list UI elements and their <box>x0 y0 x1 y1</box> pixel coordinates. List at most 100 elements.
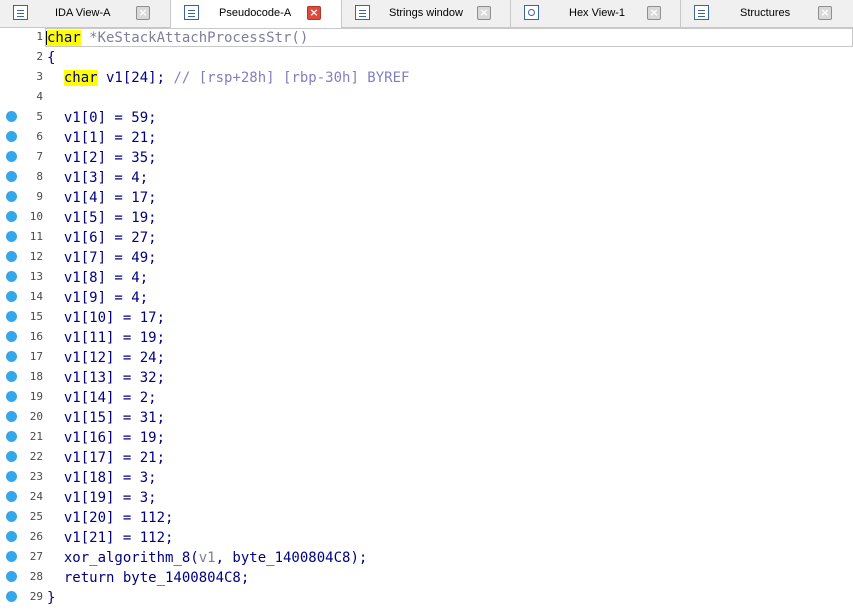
code-line[interactable]: 25 v1[20] = 112; <box>0 508 853 528</box>
code-line[interactable]: 28 return byte_1400804C8; <box>0 568 853 588</box>
code-line[interactable]: 11 v1[6] = 27; <box>0 228 853 248</box>
breakpoint-dot-icon[interactable] <box>6 551 17 562</box>
breakpoint-dot-icon[interactable] <box>6 271 17 282</box>
code-text: char *KeStackAttachProcessStr() <box>47 28 308 48</box>
breakpoint-dot-icon[interactable] <box>6 231 17 242</box>
breakpoint-dot-icon[interactable] <box>6 471 17 482</box>
breakpoint-dot-icon[interactable] <box>6 131 17 142</box>
code-text: v1[18] = 3; <box>47 470 157 486</box>
code-line[interactable]: 4 <box>0 88 853 108</box>
code-line[interactable]: 26 v1[21] = 112; <box>0 528 853 548</box>
code-line[interactable]: 16 v1[11] = 19; <box>0 328 853 348</box>
text-caret <box>46 31 47 45</box>
structures-icon <box>694 5 709 20</box>
line-number: 20 <box>29 410 43 423</box>
code-line[interactable]: 24 v1[19] = 3; <box>0 488 853 508</box>
code-line[interactable]: 5 v1[0] = 59; <box>0 108 853 128</box>
breakpoint-dot-icon[interactable] <box>6 211 17 222</box>
code-text: v1[0] = 59; <box>47 110 157 126</box>
code-line[interactable]: 21 v1[16] = 19; <box>0 428 853 448</box>
breakpoint-dot-icon[interactable] <box>6 151 17 162</box>
breakpoint-dot-icon[interactable] <box>6 391 17 402</box>
code-line[interactable]: 10 v1[5] = 19; <box>0 208 853 228</box>
pseudocode-view[interactable]: 1 char *KeStackAttachProcessStr() 2{3 char… <box>0 28 853 616</box>
line-number: 3 <box>36 70 43 83</box>
close-icon[interactable]: × <box>477 6 491 20</box>
breakpoint-dot-icon[interactable] <box>6 411 17 422</box>
code-line[interactable]: 19 v1[14] = 2; <box>0 388 853 408</box>
line-number: 6 <box>36 130 43 143</box>
code-text: v1[7] = 49; <box>47 250 157 266</box>
tab-label: Pseudocode-A <box>219 7 292 19</box>
tab-ida-view-a[interactable]: IDA View-A × <box>0 0 171 27</box>
close-icon[interactable]: × <box>647 6 661 20</box>
breakpoint-dot-icon[interactable] <box>6 451 17 462</box>
code-line[interactable]: 7 v1[2] = 35; <box>0 148 853 168</box>
breakpoint-dot-icon[interactable] <box>6 371 17 382</box>
code-line[interactable]: 20 v1[15] = 31; <box>0 408 853 428</box>
code-line[interactable]: 15 v1[10] = 17; <box>0 308 853 328</box>
code-line[interactable]: 14 v1[9] = 4; <box>0 288 853 308</box>
code-text: v1[14] = 2; <box>47 390 157 406</box>
breakpoint-dot-icon[interactable] <box>6 191 17 202</box>
code-line[interactable]: 23 v1[18] = 3; <box>0 468 853 488</box>
tab-pseudocode-a[interactable]: Pseudocode-A × <box>171 0 342 28</box>
code-line[interactable]: 3 char v1[24]; // [rsp+28h] [rbp-30h] BY… <box>0 68 853 88</box>
keyword-highlight: char <box>47 30 81 46</box>
function-signature: *KeStackAttachProcessStr() <box>80 30 309 46</box>
call-prefix: xor_algorithm_8( <box>47 550 199 566</box>
line-number: 15 <box>29 310 43 323</box>
line-number: 21 <box>29 430 43 443</box>
breakpoint-dot-icon[interactable] <box>6 111 17 122</box>
line-number: 1 <box>36 30 43 43</box>
breakpoint-dot-icon[interactable] <box>6 511 17 522</box>
code-line[interactable]: 18 v1[13] = 32; <box>0 368 853 388</box>
code-line[interactable]: 1 char *KeStackAttachProcessStr() <box>0 28 853 48</box>
breakpoint-dot-icon[interactable] <box>6 591 17 602</box>
code-line[interactable]: 27 xor_algorithm_8(v1, byte_1400804C8); <box>0 548 853 568</box>
breakpoint-dot-icon[interactable] <box>6 431 17 442</box>
tab-strings-window[interactable]: Strings window × <box>342 0 511 27</box>
ida-view-icon <box>13 5 28 20</box>
code-text: v1[2] = 35; <box>47 150 157 166</box>
tab-hex-view-1[interactable]: Hex View-1 × <box>511 0 681 27</box>
breakpoint-dot-icon[interactable] <box>6 531 17 542</box>
code-line[interactable]: 29} <box>0 588 853 608</box>
code-line[interactable]: 8 v1[3] = 4; <box>0 168 853 188</box>
code-line[interactable]: 17 v1[12] = 24; <box>0 348 853 368</box>
line-number: 26 <box>29 530 43 543</box>
breakpoint-dot-icon[interactable] <box>6 171 17 182</box>
code-line[interactable]: 12 v1[7] = 49; <box>0 248 853 268</box>
code-line[interactable]: 13 v1[8] = 4; <box>0 268 853 288</box>
tab-structures[interactable]: Structures × <box>681 0 853 27</box>
strings-icon <box>355 5 370 20</box>
line-number: 13 <box>29 270 43 283</box>
line-number: 5 <box>36 110 43 123</box>
breakpoint-dot-icon[interactable] <box>6 291 17 302</box>
code-line[interactable]: 9 v1[4] = 17; <box>0 188 853 208</box>
breakpoint-dot-icon[interactable] <box>6 571 17 582</box>
code-line[interactable]: 6 v1[1] = 21; <box>0 128 853 148</box>
code-text: v1[3] = 4; <box>47 170 149 186</box>
breakpoint-dot-icon[interactable] <box>6 491 17 502</box>
close-icon[interactable]: × <box>307 6 321 20</box>
line-number: 23 <box>29 470 43 483</box>
close-icon[interactable]: × <box>818 6 832 20</box>
code-line[interactable]: 22 v1[17] = 21; <box>0 448 853 468</box>
code-text: v1[15] = 31; <box>47 410 166 426</box>
breakpoint-dot-icon[interactable] <box>6 251 17 262</box>
code-text: v1[10] = 17; <box>47 310 166 326</box>
code-text: v1[20] = 112; <box>47 510 174 526</box>
code-text: { <box>47 50 56 66</box>
line-number: 22 <box>29 450 43 463</box>
breakpoint-dot-icon[interactable] <box>6 331 17 342</box>
line-number: 8 <box>36 170 43 183</box>
breakpoint-dot-icon[interactable] <box>6 311 17 322</box>
line-number: 17 <box>29 350 43 363</box>
close-icon[interactable]: × <box>136 6 150 20</box>
line-number: 11 <box>29 230 43 243</box>
breakpoint-dot-icon[interactable] <box>6 351 17 362</box>
code-text: v1[1] = 21; <box>47 130 157 146</box>
code-line[interactable]: 2{ <box>0 48 853 68</box>
